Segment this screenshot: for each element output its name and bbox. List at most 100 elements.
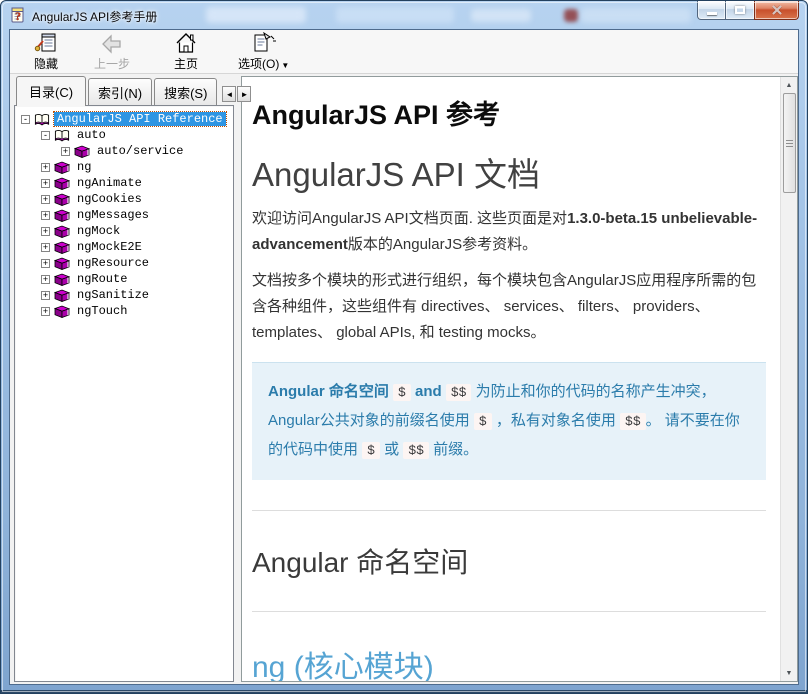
tree-item-ngmessages[interactable]: + ngMessages	[17, 207, 231, 223]
book-closed-icon	[54, 177, 70, 190]
window-title: AngularJS API参考手册	[32, 8, 157, 25]
main-area: 目录(C) 索引(N) 搜索(S) ◄ ► -AngularJS API Ref…	[10, 74, 798, 684]
tab-scroll-left-button[interactable]: ◄	[222, 86, 236, 102]
tree-item-label[interactable]: ngTouch	[74, 304, 130, 318]
tree-item-label[interactable]: auto	[74, 128, 109, 142]
tree-item-label[interactable]: ngCookies	[74, 192, 145, 206]
tree-item-ngresource[interactable]: + ngResource	[17, 255, 231, 271]
hide-button-label: 隐藏	[34, 55, 58, 72]
tree-item-nganimate[interactable]: + ngAnimate	[17, 175, 231, 191]
navigation-pane: 目录(C) 索引(N) 搜索(S) ◄ ► -AngularJS API Ref…	[10, 74, 234, 684]
tree-item-label[interactable]: AngularJS API Reference	[54, 112, 226, 126]
expand-toggle-icon[interactable]: +	[41, 179, 50, 188]
maximize-button[interactable]	[726, 1, 754, 20]
expand-toggle-icon[interactable]: +	[41, 291, 50, 300]
tree-item-ngroute[interactable]: + ngRoute	[17, 271, 231, 287]
tab-index[interactable]: 索引(N)	[88, 78, 152, 105]
back-button-label: 上一步	[94, 55, 130, 72]
pane-splitter[interactable]	[234, 74, 241, 684]
tree-item-label[interactable]: ng	[74, 160, 94, 174]
expand-toggle-icon[interactable]: +	[41, 243, 50, 252]
tree-item-auto-service[interactable]: + auto/service	[17, 143, 231, 159]
ng-module-heading[interactable]: ng (核心模块)	[252, 642, 766, 681]
options-button[interactable]: 选项(O)▼	[230, 31, 297, 73]
background-window-blur	[471, 9, 531, 22]
app-window: ? AngularJS API参考手册	[0, 0, 808, 694]
dropdown-caret-icon: ▼	[281, 61, 289, 70]
content-pane: AngularJS API 参考 AngularJS API 文档 欢迎访问An…	[241, 76, 798, 682]
tree-item-ngtouch[interactable]: + ngTouch	[17, 303, 231, 319]
book-closed-icon	[54, 289, 70, 302]
collapse-toggle-icon[interactable]: -	[41, 131, 50, 140]
book-closed-icon	[54, 305, 70, 318]
collapse-toggle-icon[interactable]: -	[21, 115, 30, 124]
options-button-label: 选项(O)▼	[238, 55, 289, 72]
expand-toggle-icon[interactable]: +	[41, 227, 50, 236]
expand-toggle-icon[interactable]: +	[41, 307, 50, 316]
tree-item-label[interactable]: ngMessages	[74, 208, 152, 222]
minimize-button[interactable]	[697, 1, 726, 20]
modules-paragraph: 文档按多个模块的形式进行组织，每个模块包含AngularJS应用程序所需的包含各…	[252, 268, 766, 346]
contents-tree: -AngularJS API Reference-auto+auto/servi…	[14, 105, 234, 682]
app-body: 隐藏 上一步 主页	[9, 29, 799, 685]
expand-toggle-icon[interactable]: +	[41, 195, 50, 204]
doc-subtitle: AngularJS API 文档	[252, 148, 766, 196]
tree-item-label[interactable]: ngRoute	[74, 272, 130, 286]
back-arrow-icon	[100, 32, 124, 54]
book-closed-icon	[54, 257, 70, 270]
book-closed-icon	[74, 145, 90, 158]
scrollbar-thumb[interactable]	[783, 93, 796, 193]
tree-item-label[interactable]: ngAnimate	[74, 176, 145, 190]
namespace-callout: Angular 命名空间 $ and $$ 为防止和你的代码的名称产生冲突，An…	[252, 362, 766, 480]
divider	[252, 611, 766, 612]
background-window-blur	[581, 8, 691, 23]
window-controls	[697, 1, 799, 20]
close-icon	[771, 5, 783, 15]
tab-scroll-buttons: ◄ ►	[221, 86, 251, 102]
close-button[interactable]	[754, 1, 799, 20]
home-button[interactable]: 主页	[160, 31, 212, 73]
tree-item-ngsanitize[interactable]: + ngSanitize	[17, 287, 231, 303]
divider	[252, 510, 766, 511]
scroll-down-button[interactable]: ▼	[781, 665, 798, 681]
tree-item-angularjs-api-reference[interactable]: - AngularJS API Reference	[17, 111, 231, 127]
expand-toggle-icon[interactable]: +	[41, 211, 50, 220]
tree-item-label[interactable]: ngMock	[74, 224, 123, 238]
tab-contents[interactable]: 目录(C)	[16, 76, 86, 106]
maximize-icon	[735, 6, 745, 14]
background-window-blur	[564, 9, 578, 22]
options-icon	[251, 32, 277, 54]
expand-toggle-icon[interactable]: +	[41, 163, 50, 172]
tree-item-label[interactable]: ngMockE2E	[74, 240, 145, 254]
tree-item-ngmocke2e[interactable]: + ngMockE2E	[17, 239, 231, 255]
tree-item-ngmock[interactable]: + ngMock	[17, 223, 231, 239]
home-button-label: 主页	[174, 55, 198, 72]
navigation-tabs: 目录(C) 索引(N) 搜索(S) ◄ ►	[14, 78, 234, 105]
book-closed-icon	[54, 273, 70, 286]
tree-item-ng[interactable]: + ng	[17, 159, 231, 175]
tree-item-auto[interactable]: - auto	[17, 127, 231, 143]
tree-item-label[interactable]: ngResource	[74, 256, 152, 270]
titlebar[interactable]: ? AngularJS API参考手册	[1, 1, 807, 29]
background-window-blur	[206, 7, 306, 23]
tree-item-label[interactable]: ngSanitize	[74, 288, 152, 302]
book-open-icon	[54, 129, 70, 142]
help-file-icon: ?	[9, 6, 27, 24]
tab-search[interactable]: 搜索(S)	[154, 78, 217, 105]
content-scrollbar[interactable]: ▲ ▼	[780, 77, 797, 681]
expand-toggle-icon[interactable]: +	[41, 275, 50, 284]
scroll-up-button[interactable]: ▲	[781, 77, 798, 93]
hide-panel-icon	[34, 32, 58, 54]
back-button[interactable]: 上一步	[86, 31, 138, 73]
book-closed-icon	[54, 209, 70, 222]
tab-scroll-right-button[interactable]: ►	[237, 86, 251, 102]
book-closed-icon	[54, 161, 70, 174]
tree-item-ngcookies[interactable]: + ngCookies	[17, 191, 231, 207]
intro-paragraph: 欢迎访问AngularJS API文档页面. 这些页面是对1.3.0-beta.…	[252, 206, 766, 258]
book-closed-icon	[54, 241, 70, 254]
expand-toggle-icon[interactable]: +	[41, 259, 50, 268]
scrollbar-grip-icon	[786, 140, 793, 147]
expand-toggle-icon[interactable]: +	[61, 147, 70, 156]
tree-item-label[interactable]: auto/service	[94, 144, 186, 158]
hide-button[interactable]: 隐藏	[20, 31, 72, 73]
